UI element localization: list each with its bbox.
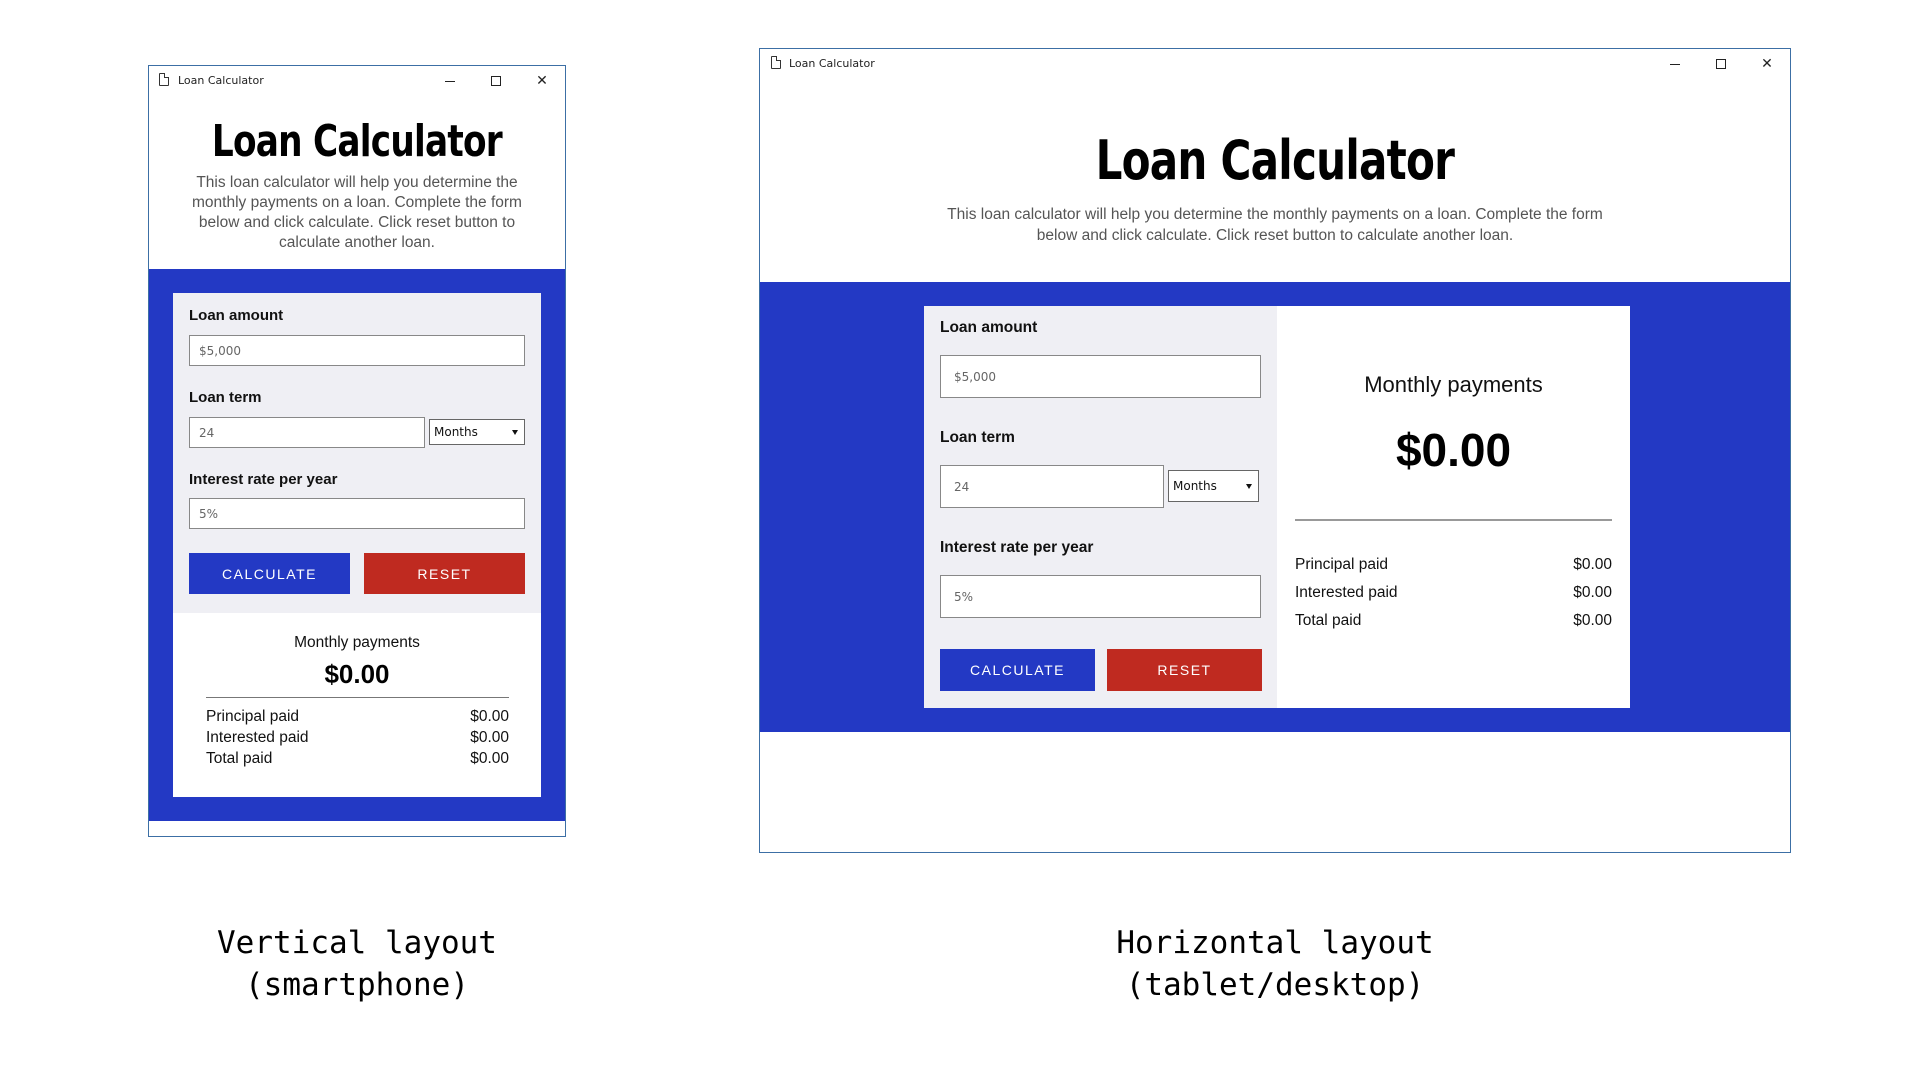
vertical-caption-line1: Vertical layout — [217, 925, 497, 961]
total-paid-label: Total paid — [206, 750, 273, 767]
document-icon — [771, 56, 781, 69]
interest-paid-value: $0.00 — [470, 729, 509, 746]
loan-term-label: Loan term — [940, 429, 1015, 446]
loan-term-input[interactable]: 24 — [189, 417, 425, 448]
monthly-payments-label: Monthly payments — [294, 634, 420, 651]
term-unit-select[interactable]: Months — [429, 419, 525, 445]
monthly-payments-value: $0.00 — [324, 659, 390, 689]
term-unit-value: Months — [434, 425, 478, 439]
results-panel: Monthly payments $0.00 Principal paid $0… — [1277, 306, 1630, 708]
loan-amount-label: Loan amount — [940, 319, 1038, 336]
loan-term-label: Loan term — [189, 389, 262, 406]
page-description: This loan calculator will help you deter… — [192, 174, 522, 251]
vertical-layout-caption: Vertical layout (smartphone) — [157, 922, 557, 1006]
chevron-down-icon — [512, 430, 518, 435]
interest-rate-label: Interest rate per year — [940, 539, 1094, 556]
term-unit-select[interactable]: Months — [1168, 470, 1259, 502]
window-titlebar: Loan Calculator ✕ — [760, 49, 1790, 79]
principal-paid-value: $0.00 — [470, 708, 509, 725]
principal-paid-value: $0.00 — [1573, 556, 1612, 573]
loan-term-input[interactable]: 24 — [940, 465, 1164, 508]
interest-paid-label: Interested paid — [1295, 584, 1398, 601]
desktop-window: Loan Calculator ✕ Loan Calculator This l… — [759, 48, 1791, 853]
interest-rate-input[interactable]: 5% — [940, 575, 1261, 618]
maximize-icon[interactable] — [1709, 53, 1733, 75]
window-title: Loan Calculator — [789, 57, 875, 70]
principal-paid-label: Principal paid — [1295, 556, 1389, 573]
total-paid-value: $0.00 — [1573, 612, 1612, 629]
minimize-icon[interactable] — [438, 70, 462, 92]
results-divider — [206, 697, 509, 698]
monthly-payments-label: Monthly payments — [1364, 372, 1543, 397]
monthly-payments-value: $0.00 — [1395, 424, 1512, 476]
page-header: Loan Calculator This loan calculator wil… — [760, 129, 1790, 246]
total-paid-value: $0.00 — [470, 750, 509, 767]
principal-paid-label: Principal paid — [206, 708, 300, 725]
minimize-icon[interactable] — [1663, 53, 1687, 75]
page-header: Loan Calculator This loan calculator wil… — [149, 116, 565, 253]
horizontal-caption-line2: (tablet/desktop) — [1125, 967, 1425, 1003]
calculate-button[interactable]: CALCULATE — [940, 649, 1095, 691]
window-title: Loan Calculator — [178, 74, 264, 87]
horizontal-caption-line1: Horizontal layout — [1116, 925, 1434, 961]
calculator-band: Loan amount $5,000 Loan term 24 Months I… — [760, 282, 1790, 732]
interest-rate-label: Interest rate per year — [189, 471, 338, 488]
document-icon — [159, 73, 169, 86]
reset-button[interactable]: RESET — [1107, 649, 1262, 691]
chevron-down-icon — [1246, 484, 1252, 489]
maximize-icon[interactable] — [484, 70, 508, 92]
calculate-button[interactable]: CALCULATE — [189, 553, 350, 594]
calculator-band: Loan amount $5,000 Loan term 24 Months I… — [149, 269, 565, 821]
interest-paid-label: Interested paid — [206, 729, 309, 746]
results-panel: Monthly payments $0.00 Principal paid $0… — [173, 613, 541, 797]
results-divider — [1295, 519, 1612, 521]
loan-amount-input[interactable]: $5,000 — [189, 335, 525, 366]
page-description: This loan calculator will help you deter… — [947, 206, 1603, 244]
loan-amount-label: Loan amount — [189, 307, 284, 324]
page-title: Loan Calculator — [1095, 129, 1455, 192]
vertical-caption-line2: (smartphone) — [245, 967, 469, 1003]
loan-form: Loan amount $5,000 Loan term 24 Months I… — [173, 293, 541, 613]
loan-amount-input[interactable]: $5,000 — [940, 355, 1261, 398]
close-icon[interactable]: ✕ — [530, 70, 554, 92]
loan-form: Loan amount $5,000 Loan term 24 Months I… — [924, 306, 1277, 708]
smartphone-window: Loan Calculator ✕ Loan Calculator This l… — [148, 65, 566, 837]
interest-rate-input[interactable]: 5% — [189, 498, 525, 529]
page-title: Loan Calculator — [211, 116, 503, 167]
total-paid-label: Total paid — [1295, 612, 1362, 629]
interest-paid-value: $0.00 — [1573, 584, 1612, 601]
reset-button[interactable]: RESET — [364, 553, 525, 594]
term-unit-value: Months — [1173, 479, 1217, 493]
horizontal-layout-caption: Horizontal layout (tablet/desktop) — [1075, 922, 1475, 1006]
close-icon[interactable]: ✕ — [1755, 53, 1779, 75]
window-titlebar: Loan Calculator ✕ — [149, 66, 565, 96]
